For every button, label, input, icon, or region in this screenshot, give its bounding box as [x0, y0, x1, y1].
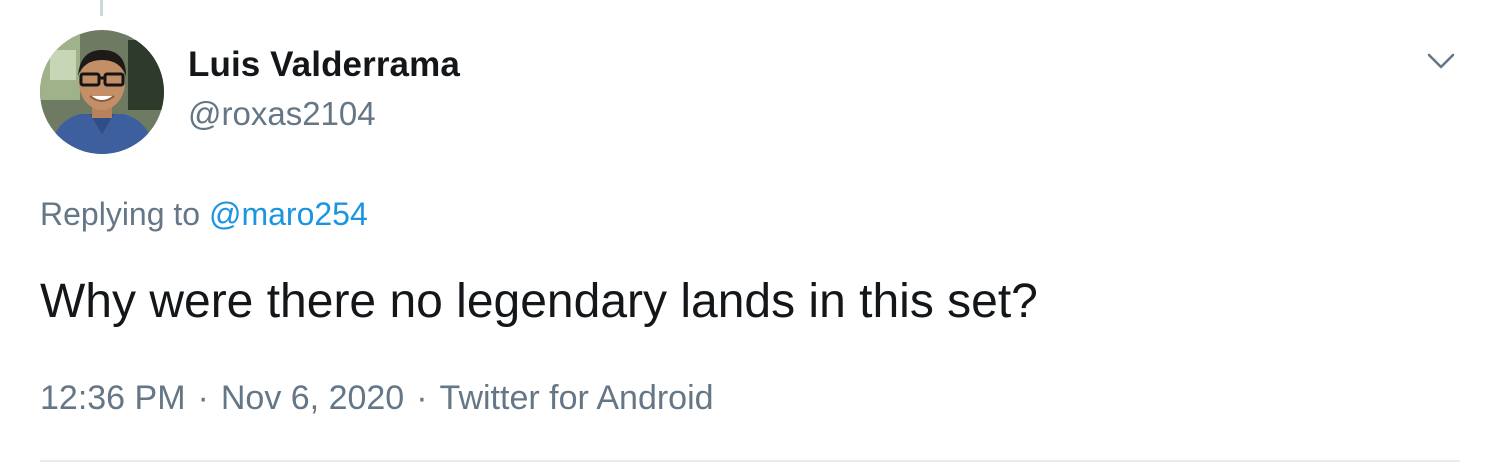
- tweet-card: Luis Valderrama @roxas2104 Replying to @…: [0, 0, 1500, 463]
- chevron-down-icon[interactable]: [1424, 46, 1458, 76]
- tweet-time-link[interactable]: 12:36 PM: [40, 379, 186, 417]
- profile-photo-icon: [40, 30, 164, 154]
- replying-to-label: Replying to: [40, 196, 201, 232]
- divider: [40, 460, 1460, 462]
- tweet-text: Why were there no legendary lands in thi…: [40, 275, 1038, 328]
- author-handle[interactable]: @roxas2104: [188, 94, 376, 134]
- tweet-date-link[interactable]: Nov 6, 2020: [221, 379, 404, 417]
- avatar[interactable]: [40, 30, 164, 154]
- thread-connector-line: [100, 0, 103, 16]
- author-display-name[interactable]: Luis Valderrama: [188, 44, 460, 86]
- tweet-meta: 12:36 PM · Nov 6, 2020 · Twitter for Android: [40, 377, 714, 419]
- meta-separator: ·: [197, 379, 209, 417]
- tweet-source-link[interactable]: Twitter for Android: [440, 379, 714, 417]
- meta-separator: ·: [416, 379, 428, 417]
- replying-to-handle-link[interactable]: @maro254: [209, 196, 368, 232]
- replying-to-line: Replying to @maro254: [40, 194, 368, 234]
